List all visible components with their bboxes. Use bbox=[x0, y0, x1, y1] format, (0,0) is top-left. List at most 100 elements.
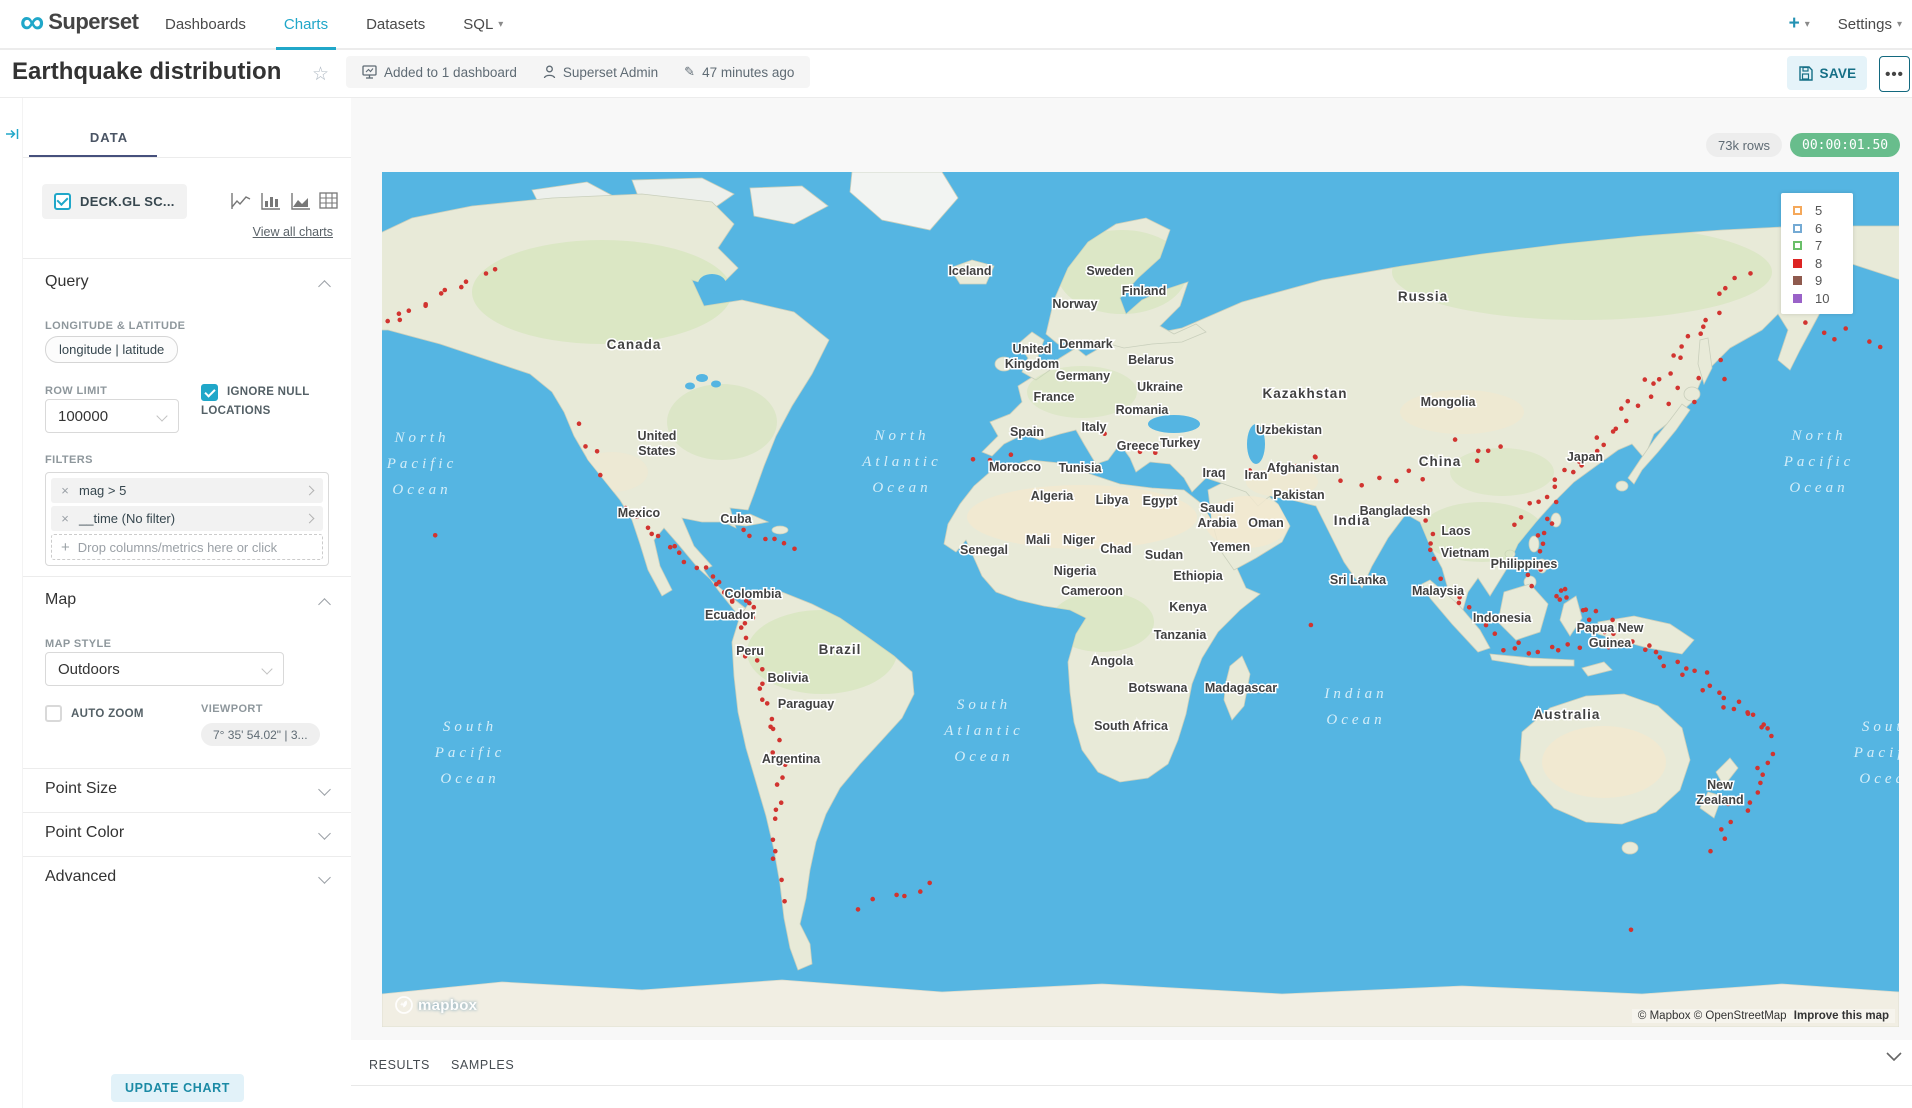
earthquake-point bbox=[775, 782, 780, 787]
mapbox-attribution[interactable]: © Mapbox bbox=[1638, 1010, 1691, 1022]
earthquake-point bbox=[1542, 531, 1547, 536]
earthquake-point bbox=[782, 541, 787, 546]
save-button[interactable]: SAVE bbox=[1787, 56, 1867, 90]
more-actions-button[interactable]: ••• bbox=[1879, 56, 1910, 92]
collapse-results-chevron-icon[interactable] bbox=[1886, 1048, 1902, 1066]
nav-item-dashboards[interactable]: Dashboards bbox=[165, 0, 246, 48]
map-country-label: Russia bbox=[1398, 289, 1448, 304]
remove-filter-icon[interactable]: × bbox=[51, 483, 79, 498]
filter-chip[interactable]: ×__time (No filter) bbox=[51, 506, 323, 531]
earthquake-point bbox=[398, 318, 403, 323]
earthquake-point bbox=[1678, 355, 1683, 360]
filter-chip[interactable]: ×mag > 5 bbox=[51, 478, 323, 503]
earthquake-point bbox=[1529, 584, 1534, 589]
section-title: Point Color bbox=[45, 824, 124, 842]
map-country-label: Senegal bbox=[960, 543, 1008, 557]
earthquake-point bbox=[792, 547, 797, 552]
tab-samples[interactable]: SAMPLES bbox=[451, 1058, 514, 1072]
chevron-down-icon bbox=[318, 871, 331, 884]
viewport-value-pill[interactable]: 7° 35' 54.02" | 3... bbox=[201, 723, 320, 746]
legend-swatch bbox=[1793, 241, 1802, 250]
map-style-select[interactable]: Outdoors bbox=[45, 652, 284, 686]
earthquake-point bbox=[782, 899, 787, 904]
map-country-label: Niger bbox=[1063, 533, 1095, 547]
earthquake-point bbox=[1719, 827, 1724, 832]
nav-item-charts[interactable]: Charts bbox=[284, 0, 328, 48]
earthquake-point bbox=[1527, 651, 1532, 656]
last-edited[interactable]: ✎ 47 minutes ago bbox=[684, 64, 794, 80]
section-point-color[interactable]: Point Color bbox=[23, 812, 351, 857]
chart-owner[interactable]: Superset Admin bbox=[543, 65, 658, 80]
remove-filter-icon[interactable]: × bbox=[51, 511, 79, 526]
dashboard-count[interactable]: Added to 1 dashboard bbox=[362, 65, 517, 80]
update-chart-button[interactable]: UPDATE CHART bbox=[111, 1074, 244, 1102]
legend-label: 10 bbox=[1815, 291, 1829, 306]
earthquake-point bbox=[779, 800, 784, 805]
earthquake-point bbox=[459, 285, 464, 290]
earthquake-point bbox=[1717, 311, 1722, 316]
settings-menu[interactable]: Settings ▾ bbox=[1838, 16, 1902, 33]
section-advanced[interactable]: Advanced bbox=[23, 856, 351, 901]
earthquake-point bbox=[1519, 515, 1524, 520]
chevron-right-icon bbox=[305, 514, 315, 524]
map-country-label: Italy bbox=[1081, 420, 1106, 434]
nav-item-sql[interactable]: SQL▾ bbox=[463, 0, 503, 48]
viz-area-chart-icon[interactable] bbox=[291, 192, 311, 210]
collapse-panel-icon[interactable] bbox=[5, 127, 19, 146]
earthquake-point bbox=[493, 267, 498, 272]
deckgl-map[interactable]: CanadaUnitedStatesMexicoCubaColombiaEcua… bbox=[382, 172, 1899, 1027]
viz-type-selected[interactable]: DECK.GL SC... bbox=[42, 184, 187, 219]
map-country-label: Turkey bbox=[1160, 436, 1200, 450]
nav-item-datasets[interactable]: Datasets bbox=[366, 0, 425, 48]
filter-drop-zone[interactable]: + Drop columns/metrics here or click bbox=[51, 534, 323, 560]
earthquake-point bbox=[397, 311, 402, 316]
section-point-size[interactable]: Point Size bbox=[23, 768, 351, 813]
chevron-up-icon[interactable] bbox=[318, 598, 331, 611]
lonlat-value-pill[interactable]: longitude | latitude bbox=[45, 336, 178, 363]
osm-attribution[interactable]: © OpenStreetMap bbox=[1694, 1010, 1787, 1022]
legend-entry: 5 bbox=[1793, 202, 1853, 220]
earthquake-point bbox=[1394, 479, 1399, 484]
map-style-label: MAP STYLE bbox=[45, 638, 111, 650]
earthquake-point bbox=[1614, 427, 1619, 432]
earthquake-point bbox=[1313, 455, 1318, 460]
earthquake-point bbox=[1571, 470, 1576, 475]
chevron-up-icon[interactable] bbox=[318, 280, 331, 293]
pencil-icon: ✎ bbox=[684, 64, 695, 80]
tab-data[interactable]: DATA bbox=[61, 130, 157, 145]
legend-entry: 9 bbox=[1793, 272, 1853, 290]
earthquake-point bbox=[760, 667, 765, 672]
earthquake-point bbox=[1643, 648, 1648, 653]
earthquake-point bbox=[1680, 673, 1685, 678]
new-item-button[interactable]: + ▾ bbox=[1789, 13, 1810, 35]
auto-zoom-label: AUTO ZOOM bbox=[71, 708, 144, 720]
mapbox-logo[interactable]: mapbox bbox=[395, 996, 477, 1014]
viz-table-icon[interactable] bbox=[319, 192, 338, 209]
improve-map-link[interactable]: Improve this map bbox=[1794, 1010, 1889, 1022]
viz-line-chart-icon[interactable] bbox=[231, 192, 251, 210]
earthquake-point bbox=[777, 738, 782, 743]
viz-bar-chart-icon[interactable] bbox=[261, 192, 281, 210]
earthquake-point bbox=[1629, 928, 1634, 933]
superset-logo[interactable]: ∞ Superset bbox=[20, 7, 138, 37]
earthquake-point bbox=[1700, 688, 1705, 693]
favorite-star-icon[interactable]: ☆ bbox=[312, 63, 329, 86]
earthquake-point bbox=[1467, 605, 1472, 610]
tab-results[interactable]: RESULTS bbox=[369, 1058, 430, 1072]
earthquake-point bbox=[1717, 291, 1722, 296]
legend-entry: 8 bbox=[1793, 255, 1853, 273]
auto-zoom-checkbox[interactable] bbox=[45, 705, 62, 722]
earthquake-point bbox=[1562, 468, 1567, 473]
ignore-null-label2: LOCATIONS bbox=[201, 405, 271, 417]
earthquake-point bbox=[598, 473, 603, 478]
earthquake-point bbox=[1746, 712, 1751, 717]
row-limit-select[interactable]: 100000 bbox=[45, 399, 179, 433]
earthquake-point bbox=[1624, 419, 1629, 424]
earthquake-point bbox=[1563, 587, 1568, 592]
ignore-null-checkbox[interactable] bbox=[201, 384, 218, 401]
view-all-charts-link[interactable]: View all charts bbox=[253, 225, 333, 239]
map-country-label: Angola bbox=[1091, 654, 1134, 668]
earthquake-point bbox=[714, 582, 719, 587]
map-country-label: Chad bbox=[1100, 542, 1131, 556]
viz-checkbox[interactable] bbox=[54, 193, 71, 210]
